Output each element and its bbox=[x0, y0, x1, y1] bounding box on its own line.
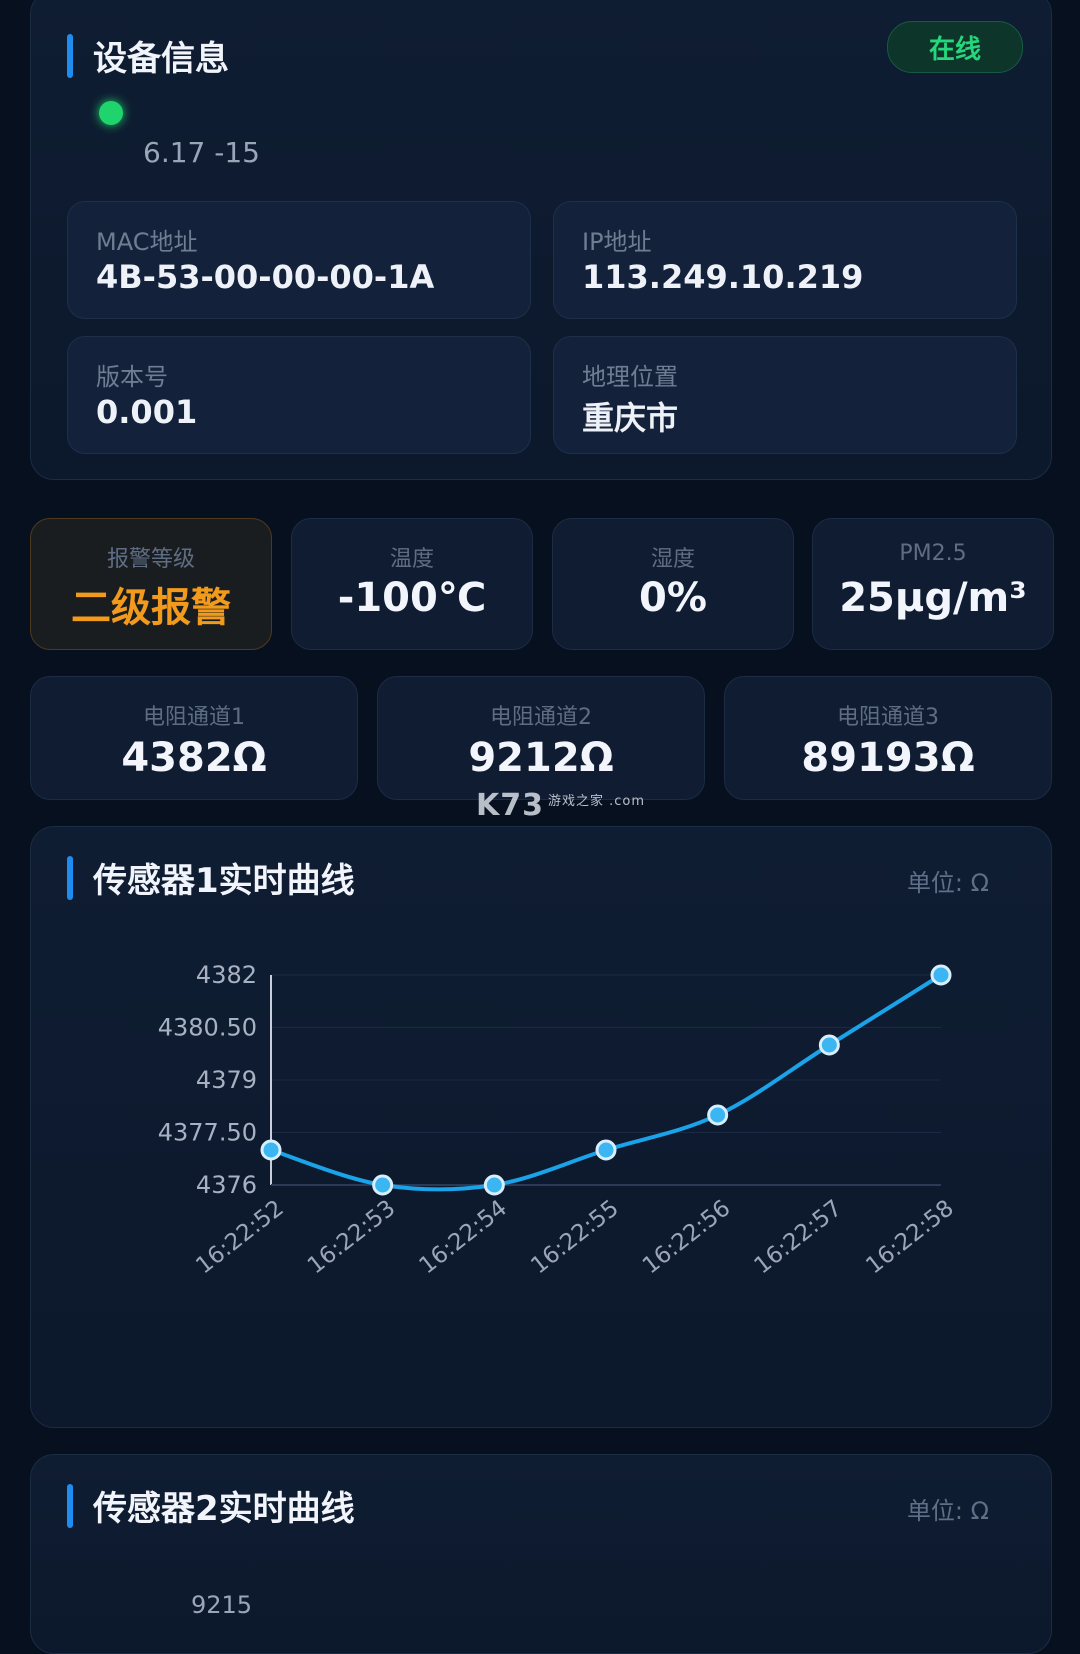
data-point bbox=[707, 1104, 729, 1126]
ip-field: IP地址 113.249.10.219 bbox=[553, 201, 1017, 319]
data-point bbox=[483, 1174, 505, 1196]
location-label: 地理位置 bbox=[582, 363, 678, 391]
humidity-label: 湿度 bbox=[650, 547, 695, 572]
sensor2-y-tick: 9215 bbox=[191, 1591, 253, 1619]
y-tick-label: 4380.50 bbox=[158, 1014, 257, 1042]
y-tick-label: 4379 bbox=[196, 1066, 257, 1094]
humidity-value: 0% bbox=[639, 575, 707, 621]
mac-value: 4B-53-00-00-00-1A bbox=[96, 258, 435, 296]
data-point bbox=[595, 1139, 617, 1161]
temperature-card[interactable]: 温度 -100℃ bbox=[291, 518, 533, 650]
x-tick-label: 16:22:54 bbox=[415, 1195, 512, 1279]
resistance-channel-2-value: 9212Ω bbox=[468, 735, 614, 781]
sensor2-chart-card: 传感器2实时曲线 单位: Ω 9215 bbox=[30, 1454, 1052, 1654]
resistance-channel-3-value: 89193Ω bbox=[801, 735, 975, 781]
x-tick-label: 16:22:56 bbox=[638, 1195, 735, 1279]
x-tick-label: 16:22:55 bbox=[526, 1195, 623, 1279]
pm25-value: 25μg/m³ bbox=[839, 575, 1027, 621]
resistance-channel-2-card[interactable]: 电阻通道2 9212Ω bbox=[377, 676, 705, 800]
y-tick-label: 4376 bbox=[196, 1171, 257, 1199]
resistance-channel-3-label: 电阻通道3 bbox=[837, 705, 939, 730]
x-tick-label: 16:22:53 bbox=[303, 1195, 400, 1279]
resistance-channel-1-card[interactable]: 电阻通道1 4382Ω bbox=[30, 676, 358, 800]
alarm-level-value: 二级报警 bbox=[71, 585, 231, 631]
alarm-level-label: 报警等级 bbox=[106, 547, 195, 572]
x-tick-label: 16:22:58 bbox=[861, 1195, 958, 1279]
x-tick-label: 16:22:52 bbox=[191, 1195, 288, 1279]
sensor1-line-chart: 43764377.5043794380.50438216:22:52 16:22:… bbox=[158, 961, 959, 1279]
data-point bbox=[372, 1174, 394, 1196]
y-tick-label: 4377.50 bbox=[158, 1119, 257, 1147]
temperature-value: -100℃ bbox=[337, 575, 487, 621]
device-subtitle: 6.17 -15 bbox=[143, 136, 260, 169]
watermark-sub: 游戏之家 .com bbox=[548, 794, 646, 809]
mac-field: MAC地址 4B-53-00-00-00-1A bbox=[67, 201, 531, 319]
sensor2-title: 传感器2实时曲线 bbox=[67, 1481, 355, 1530]
resistance-channel-1-value: 4382Ω bbox=[121, 735, 267, 781]
title-accent-bar bbox=[67, 33, 73, 78]
ip-value: 113.249.10.219 bbox=[582, 258, 864, 296]
alarm-level-card[interactable]: 报警等级 二级报警 bbox=[30, 518, 272, 650]
version-value: 0.001 bbox=[96, 393, 198, 431]
title-accent-bar bbox=[67, 1483, 73, 1528]
humidity-card[interactable]: 湿度 0% bbox=[552, 518, 794, 650]
resistance-channel-1-label: 电阻通道1 bbox=[143, 705, 245, 730]
status-badge: 在线 bbox=[887, 21, 1023, 73]
resistance-channel-2-label: 电阻通道2 bbox=[490, 705, 592, 730]
location-value: 重庆市 bbox=[582, 399, 679, 437]
online-dot-icon bbox=[99, 101, 123, 125]
pm25-label: PM2.5 bbox=[899, 541, 967, 566]
data-point bbox=[260, 1139, 282, 1161]
device-info-title-text: 设备信息 bbox=[93, 39, 229, 79]
sensor1-chart-card: 传感器1实时曲线 单位: Ω 4376 4377.50 4379 4380.50 438… bbox=[30, 826, 1052, 1428]
temperature-label: 温度 bbox=[389, 547, 434, 572]
device-info-title: 设备信息 bbox=[67, 31, 229, 80]
mac-label: MAC地址 bbox=[96, 228, 198, 256]
version-field: 版本号 0.001 bbox=[67, 336, 531, 454]
watermark-logo: K73 游戏之家 .com bbox=[476, 788, 645, 823]
resistance-channel-3-card[interactable]: 电阻通道3 89193Ω bbox=[724, 676, 1052, 800]
version-label: 版本号 bbox=[96, 363, 168, 391]
watermark-brand: K73 bbox=[476, 788, 544, 823]
data-point bbox=[818, 1034, 840, 1056]
y-tick-label: 4382 bbox=[196, 961, 257, 989]
data-point bbox=[930, 964, 952, 986]
location-field: 地理位置 重庆市 bbox=[553, 336, 1017, 454]
ip-label: IP地址 bbox=[582, 228, 652, 256]
sensor2-unit: 单位: Ω bbox=[906, 1497, 989, 1525]
x-tick-label: 16:22:57 bbox=[750, 1195, 847, 1279]
sensor2-title-text: 传感器2实时曲线 bbox=[93, 1489, 355, 1529]
device-info-card: 设备信息 在线 6.17 -15 MAC地址 4B-53-00-00-00-1A… bbox=[30, 0, 1052, 480]
pm25-card[interactable]: PM2.5 25μg/m³ bbox=[812, 518, 1054, 650]
